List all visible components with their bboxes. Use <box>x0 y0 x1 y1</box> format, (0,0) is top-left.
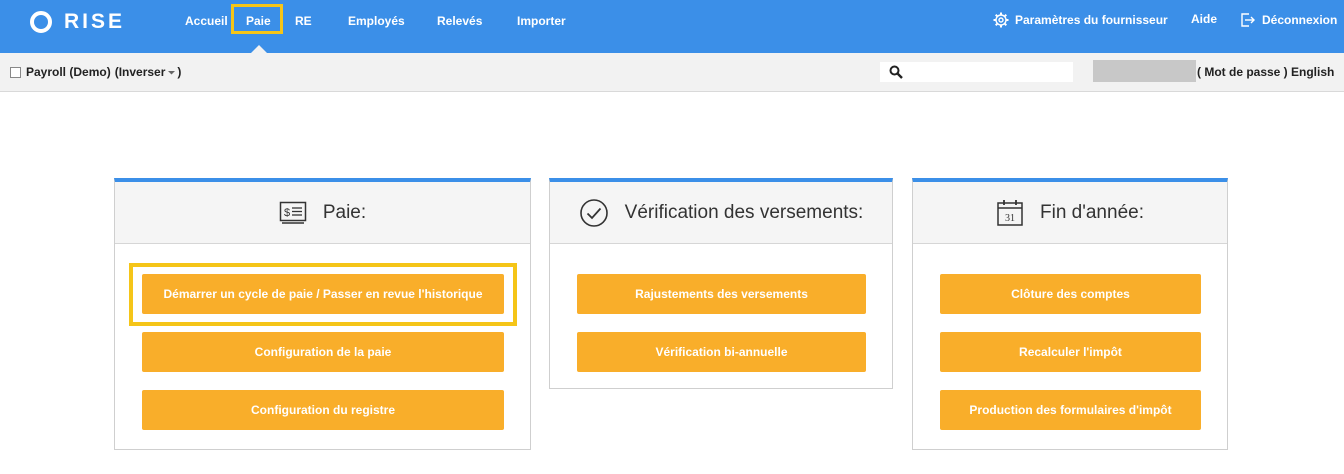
card-year-end: 31 Fin d'année: Clôture des comptes Reca… <box>912 178 1228 450</box>
search-input[interactable] <box>907 62 1071 82</box>
search-icon <box>889 65 903 79</box>
account-closing-button[interactable]: Clôture des comptes <box>940 274 1201 314</box>
card-paie-header: $ Paie: <box>115 182 530 244</box>
company-checkbox[interactable] <box>10 66 21 78</box>
nav-re[interactable]: RE <box>295 12 312 30</box>
settings-link[interactable]: Paramètres du fournisseur <box>993 12 1168 28</box>
caret-down-icon[interactable] <box>167 68 176 77</box>
top-navbar: RISE Accueil Paie RE Employés Relevés Im… <box>0 0 1344 53</box>
nav-employes[interactable]: Employés <box>348 12 405 30</box>
logo-text: RISE <box>64 10 126 33</box>
logout-link[interactable]: Déconnexion <box>1240 12 1337 28</box>
check-circle-icon <box>579 198 608 227</box>
pay-configuration-button[interactable]: Configuration de la paie <box>142 332 504 372</box>
search-box[interactable] <box>880 62 1073 82</box>
card-verification-title: Vérification des versements: <box>624 201 864 223</box>
card-verification: Vérification des versements: Rajustement… <box>549 178 893 389</box>
nav-releves[interactable]: Relevés <box>437 12 482 30</box>
nav-accueil[interactable]: Accueil <box>185 12 228 30</box>
payment-adjustments-button[interactable]: Rajustements des versements <box>577 274 866 314</box>
calendar-day: 31 <box>1005 213 1015 224</box>
sub-toolbar: Payroll (Demo) (Inverser ) ( Mot de pass… <box>0 53 1344 92</box>
logout-label: Déconnexion <box>1262 13 1338 27</box>
biannual-verification-button[interactable]: Vérification bi-annuelle <box>577 332 866 372</box>
card-paie-title: Paie: <box>322 201 367 223</box>
svg-text:$: $ <box>284 207 290 219</box>
user-links[interactable]: ( Mot de passe ) English <box>1197 65 1334 79</box>
card-year-end-title: Fin d'année: <box>1040 201 1144 223</box>
nav-importer[interactable]: Importer <box>517 12 566 30</box>
register-configuration-button[interactable]: Configuration du registre <box>142 390 504 430</box>
recalculate-tax-button[interactable]: Recalculer l'impôt <box>940 332 1201 372</box>
help-link[interactable]: Aide <box>1191 12 1217 26</box>
card-verification-header: Vérification des versements: <box>550 182 892 244</box>
logo-ring-icon <box>30 11 52 33</box>
rise-logo[interactable]: RISE <box>30 10 125 34</box>
invert-link[interactable]: Inverser <box>119 65 166 79</box>
company-name: Payroll (Demo) <box>26 65 111 79</box>
invert-close-paren: ) <box>177 65 182 79</box>
company-selector[interactable]: Payroll (Demo) (Inverser ) <box>10 65 181 79</box>
pay-stub-icon: $ <box>279 201 307 224</box>
nav-active-highlight <box>231 4 283 34</box>
gear-icon <box>993 12 1009 28</box>
card-paie: $ Paie: Démarrer un cycle de paie / Pass… <box>114 178 531 450</box>
calendar-icon: 31 <box>997 199 1023 226</box>
start-pay-cycle-button[interactable]: Démarrer un cycle de paie / Passer en re… <box>142 274 504 314</box>
settings-label: Paramètres du fournisseur <box>1015 13 1168 27</box>
user-name-redacted <box>1093 60 1196 82</box>
nav-active-caret <box>251 45 267 53</box>
card-year-end-header: 31 Fin d'année: <box>913 182 1227 244</box>
logout-icon <box>1241 13 1255 27</box>
help-label: Aide <box>1191 12 1218 26</box>
tax-forms-production-button[interactable]: Production des formulaires d'impôt <box>940 390 1201 430</box>
